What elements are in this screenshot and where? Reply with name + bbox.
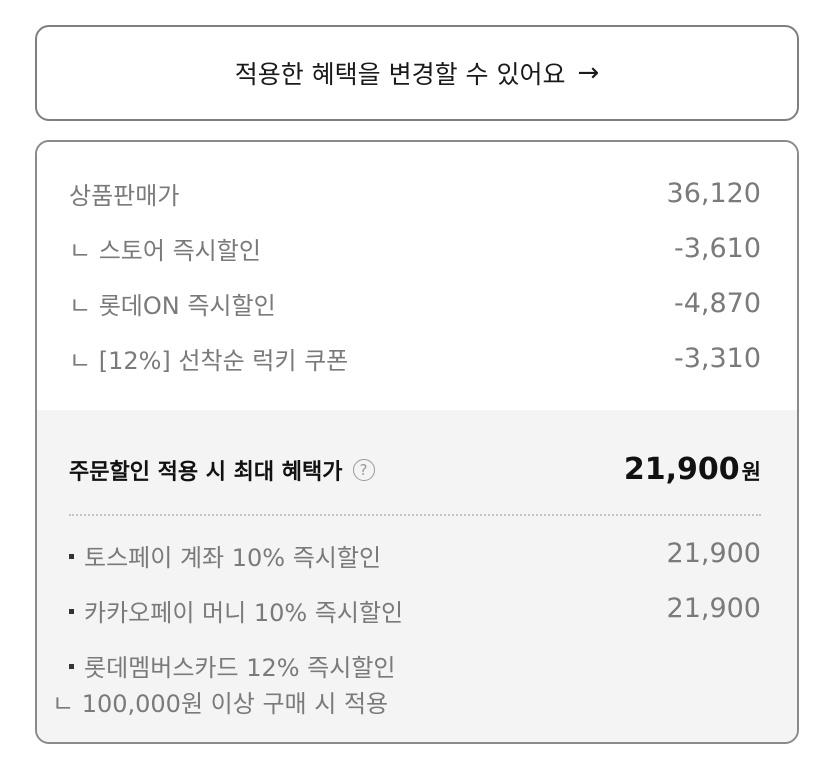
max-benefit-label: 주문할인 적용 시 최대 혜택가 — [69, 459, 343, 485]
pay-label: 토스페이 계좌 10% 즉시할인 — [84, 544, 382, 572]
arrow-right-icon: → — [577, 58, 600, 88]
pay-label-wrap: 롯데멤버스카드 12% 즉시할인 — [69, 648, 395, 683]
lotte-card-row: 롯데멤버스카드 12% 즉시할인 — [69, 648, 761, 683]
max-benefit-label-wrap: 주문할인 적용 시 최대 혜택가 ? — [69, 454, 375, 486]
row-label: ㄴ [12%] 선착순 럭키 쿠폰 — [69, 347, 349, 375]
max-benefit-amount: 21,900 — [623, 452, 740, 487]
lucky-coupon-row: ㄴ [12%] 선착순 럭키 쿠폰 -3,310 — [69, 341, 761, 376]
row-value: -3,610 — [673, 233, 761, 264]
pay-value: 21,900 — [666, 593, 761, 624]
row-label: ㄴ 스토어 즉시할인 — [69, 237, 261, 265]
change-benefit-label: 적용한 혜택을 변경할 수 있어요 — [234, 60, 566, 89]
pay-label-wrap: 카카오페이 머니 10% 즉시할인 — [69, 593, 403, 628]
row-label: ㄴ 롯데ON 즉시할인 — [69, 292, 276, 320]
store-discount-row: ㄴ 스토어 즉시할인 -3,610 — [69, 231, 761, 266]
bullet-icon — [69, 608, 74, 614]
lotteon-discount-row: ㄴ 롯데ON 즉시할인 -4,870 — [69, 286, 761, 321]
row-label: 상품판매가 — [69, 182, 180, 210]
dotted-divider — [69, 514, 761, 516]
pay-value: 21,900 — [666, 538, 761, 569]
row-value: 36,120 — [666, 178, 761, 209]
max-benefit-price: 21,900 원 — [624, 452, 761, 487]
lotte-card-condition-note: ㄴ 100,000원 이상 구매 시 적용 — [52, 690, 389, 718]
pay-label-wrap: 토스페이 계좌 10% 즉시할인 — [69, 538, 381, 573]
price-summary-card: 상품판매가 36,120 ㄴ 스토어 즉시할인 -3,610 ㄴ 롯데ON 즉시… — [35, 140, 799, 744]
row-value: -3,310 — [673, 343, 761, 374]
currency-unit: 원 — [741, 460, 761, 484]
row-value: -4,870 — [673, 288, 761, 319]
bullet-icon — [69, 663, 74, 669]
bullet-icon — [69, 553, 74, 559]
max-benefit-row: 주문할인 적용 시 최대 혜택가 ? 21,900 원 — [69, 452, 761, 487]
sale-price-row: 상품판매가 36,120 — [69, 176, 761, 211]
kakao-pay-row: 카카오페이 머니 10% 즉시할인 21,900 — [69, 593, 761, 628]
price-breakdown: 상품판매가 36,120 ㄴ 스토어 즉시할인 -3,610 ㄴ 롯데ON 즉시… — [37, 142, 797, 410]
pay-label: 카카오페이 머니 10% 즉시할인 — [84, 599, 404, 627]
pay-label: 롯데멤버스카드 12% 즉시할인 — [84, 654, 396, 682]
toss-pay-row: 토스페이 계좌 10% 즉시할인 21,900 — [69, 538, 761, 573]
help-icon[interactable]: ? — [352, 458, 375, 481]
change-benefit-button[interactable]: 적용한 혜택을 변경할 수 있어요 → — [35, 25, 799, 121]
